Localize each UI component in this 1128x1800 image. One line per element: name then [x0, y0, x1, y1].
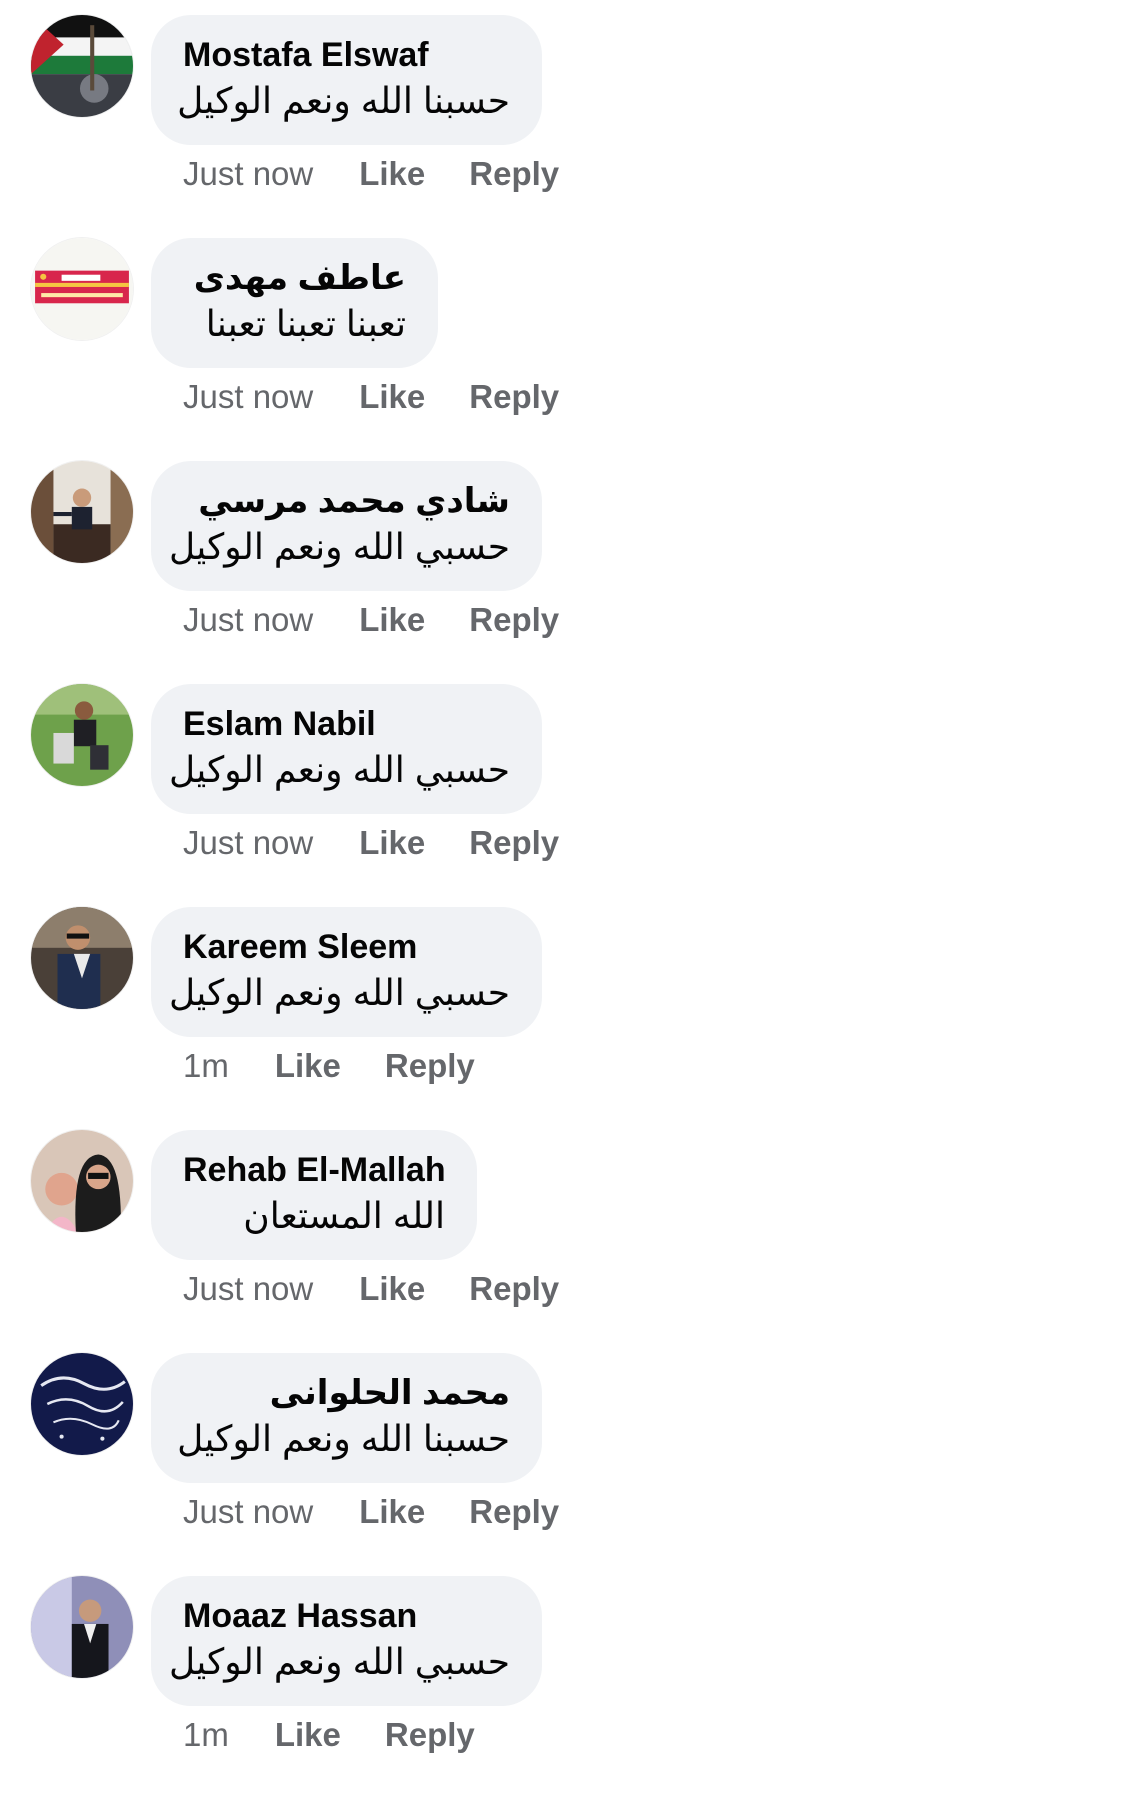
- avatar-photo[interactable]: [31, 1130, 133, 1232]
- comment-bubble: شادي محمد مرسي حسبي الله ونعم الوكيل: [151, 461, 542, 591]
- comment-text: حسبي الله ونعم الوكيل: [169, 972, 510, 1013]
- like-button[interactable]: Like: [359, 378, 425, 416]
- avatar-photo[interactable]: [31, 684, 133, 786]
- avatar-photo[interactable]: [31, 15, 133, 117]
- comment-text: الله المستعان: [243, 1195, 445, 1236]
- comment-bubble: Rehab El-Mallah الله المستعان: [151, 1130, 477, 1260]
- comment-timestamp[interactable]: Just now: [183, 601, 313, 639]
- comment-author[interactable]: Eslam Nabil: [183, 704, 510, 744]
- comment-actions: 1m Like Reply: [183, 1713, 475, 1757]
- comment-timestamp[interactable]: Just now: [183, 1493, 313, 1531]
- reply-button[interactable]: Reply: [469, 824, 559, 862]
- comment-bubble: Moaaz Hassan حسبي الله ونعم الوكيل: [151, 1576, 542, 1706]
- avatar-photo[interactable]: [31, 461, 133, 563]
- reply-button[interactable]: Reply: [469, 601, 559, 639]
- comment-timestamp[interactable]: Just now: [183, 378, 313, 416]
- comment-author[interactable]: Mostafa Elswaf: [183, 35, 510, 75]
- like-button[interactable]: Like: [359, 601, 425, 639]
- comment-timestamp[interactable]: Just now: [183, 824, 313, 862]
- comment-actions: Just now Like Reply: [183, 821, 559, 865]
- avatar-photo[interactable]: [31, 1353, 133, 1455]
- comment-item: عاطف مهدى تعبنا تعبنا تعبنا Just now Lik…: [0, 223, 1128, 445]
- comment-timestamp[interactable]: 1m: [183, 1047, 229, 1085]
- reply-button[interactable]: Reply: [469, 1493, 559, 1531]
- comment-timestamp[interactable]: 1m: [183, 1716, 229, 1754]
- like-button[interactable]: Like: [359, 1270, 425, 1308]
- reply-button[interactable]: Reply: [385, 1047, 475, 1085]
- avatar-photo[interactable]: [31, 907, 133, 1009]
- avatar-photo[interactable]: [31, 1576, 133, 1678]
- comment-actions: Just now Like Reply: [183, 152, 559, 196]
- reply-button[interactable]: Reply: [469, 378, 559, 416]
- comment-actions: Just now Like Reply: [183, 1267, 559, 1311]
- comment-item: Mostafa Elswaf حسبنا الله ونعم الوكيل Ju…: [0, 0, 1128, 222]
- comment-item: Moaaz Hassan حسبي الله ونعم الوكيل 1m Li…: [0, 1561, 1128, 1783]
- comment-actions: Just now Like Reply: [183, 598, 559, 642]
- comment-timestamp[interactable]: Just now: [183, 1270, 313, 1308]
- comment-text: حسبي الله ونعم الوكيل: [169, 749, 510, 790]
- comment-item: Kareem Sleem حسبي الله ونعم الوكيل 1m Li…: [0, 892, 1128, 1114]
- comment-bubble: محمد الحلوانى حسبنا الله ونعم الوكيل: [151, 1353, 542, 1483]
- comment-author[interactable]: عاطف مهدى: [183, 258, 406, 298]
- like-button[interactable]: Like: [275, 1716, 341, 1754]
- comment-text: حسبي الله ونعم الوكيل: [169, 1641, 510, 1682]
- comment-text: حسبنا الله ونعم الوكيل: [177, 80, 510, 121]
- comment-author[interactable]: محمد الحلوانى: [183, 1373, 510, 1413]
- reply-button[interactable]: Reply: [469, 155, 559, 193]
- like-button[interactable]: Like: [275, 1047, 341, 1085]
- reply-button[interactable]: Reply: [385, 1716, 475, 1754]
- comment-actions: Just now Like Reply: [183, 375, 559, 419]
- comment-bubble: Eslam Nabil حسبي الله ونعم الوكيل: [151, 684, 542, 814]
- comment-text: حسبي الله ونعم الوكيل: [169, 526, 510, 567]
- comment-item: محمد الحلوانى حسبنا الله ونعم الوكيل Jus…: [0, 1338, 1128, 1560]
- comment-item: Eslam Nabil حسبي الله ونعم الوكيل Just n…: [0, 669, 1128, 891]
- comment-author[interactable]: Moaaz Hassan: [183, 1596, 510, 1636]
- comment-author[interactable]: Rehab El-Mallah: [183, 1150, 446, 1190]
- comment-item: Rehab El-Mallah الله المستعان Just now L…: [0, 1115, 1128, 1337]
- comment-bubble: Kareem Sleem حسبي الله ونعم الوكيل: [151, 907, 542, 1037]
- comment-author[interactable]: شادي محمد مرسي: [183, 481, 510, 521]
- comment-actions: Just now Like Reply: [183, 1490, 559, 1534]
- comment-text: حسبنا الله ونعم الوكيل: [177, 1418, 510, 1459]
- like-button[interactable]: Like: [359, 1493, 425, 1531]
- comment-bubble: Mostafa Elswaf حسبنا الله ونعم الوكيل: [151, 15, 542, 145]
- comment-text: تعبنا تعبنا تعبنا: [205, 303, 406, 344]
- comment-timestamp[interactable]: Just now: [183, 155, 313, 193]
- comment-author[interactable]: Kareem Sleem: [183, 927, 510, 967]
- comment-bubble: عاطف مهدى تعبنا تعبنا تعبنا: [151, 238, 438, 368]
- comment-actions: 1m Like Reply: [183, 1044, 475, 1088]
- avatar-photo[interactable]: [31, 238, 133, 340]
- like-button[interactable]: Like: [359, 155, 425, 193]
- comment-item: شادي محمد مرسي حسبي الله ونعم الوكيل Jus…: [0, 446, 1128, 668]
- reply-button[interactable]: Reply: [469, 1270, 559, 1308]
- like-button[interactable]: Like: [359, 824, 425, 862]
